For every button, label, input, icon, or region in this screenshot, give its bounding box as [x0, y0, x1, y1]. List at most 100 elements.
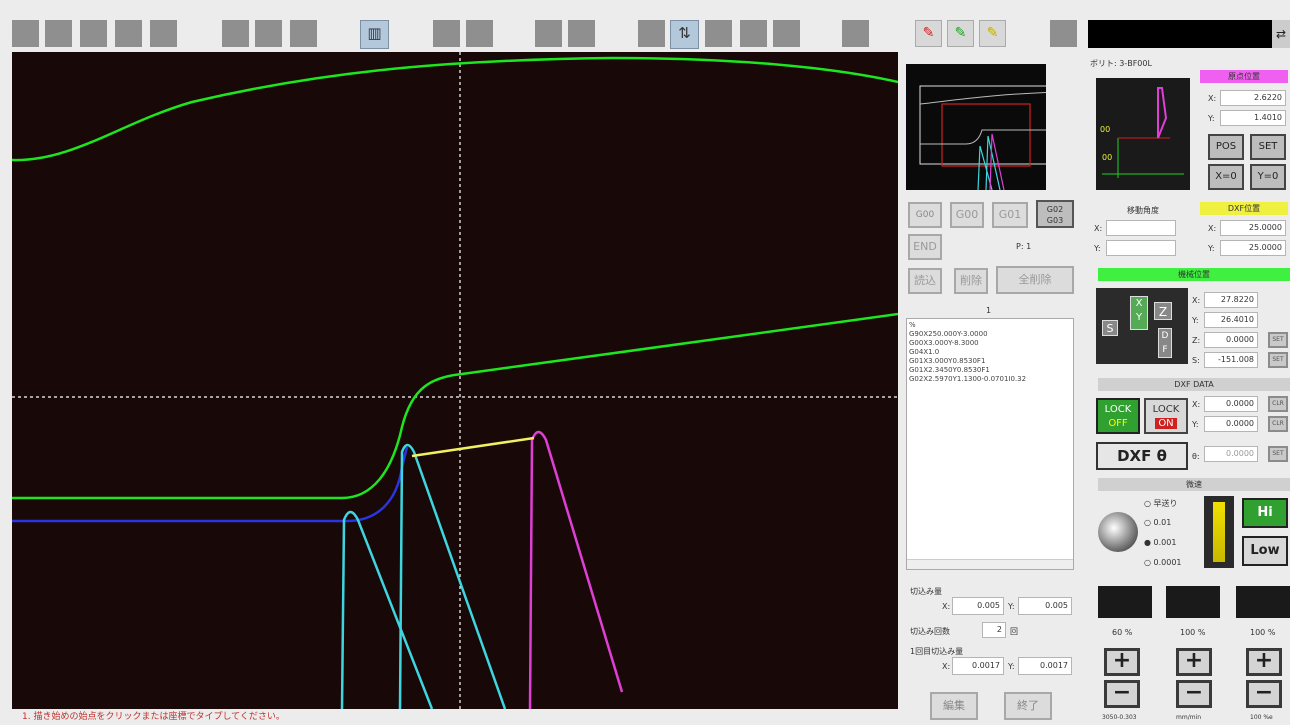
machine-y-field[interactable]: 26.4010	[1204, 312, 1258, 328]
speed-switch[interactable]	[1204, 496, 1234, 568]
feed-minus-button[interactable]: −	[1176, 680, 1212, 708]
step-option[interactable]: ○ 0.01	[1144, 518, 1171, 527]
toolbar-button[interactable]	[638, 20, 665, 47]
preview-minimap[interactable]	[906, 64, 1059, 191]
dxf-y-clr-button[interactable]: CLR	[1268, 416, 1288, 432]
drawing-canvas[interactable]	[12, 52, 898, 709]
edit-button[interactable]: 編集	[930, 692, 978, 720]
nc-line[interactable]: G04X1.0	[909, 348, 1071, 357]
infeed-y-field[interactable]: 0.005	[1018, 597, 1072, 615]
z-axis-icon[interactable]: Z	[1154, 302, 1172, 320]
dxf-data-header: DXF DATA	[1098, 378, 1290, 391]
delete-all-button[interactable]: 全削除	[996, 266, 1074, 294]
toolbar-button[interactable]	[1050, 20, 1077, 47]
toolbar-button[interactable]	[115, 20, 142, 47]
toolbar-button[interactable]	[80, 20, 107, 47]
dxf-data-x-field[interactable]: 0.0000	[1204, 396, 1258, 412]
dxf-pos-y-field[interactable]: 25.0000	[1220, 240, 1286, 256]
s-axis-icon[interactable]: S	[1102, 320, 1118, 336]
dxf-data-y-field[interactable]: 0.0000	[1204, 416, 1258, 432]
hi-button[interactable]: Hi	[1242, 498, 1288, 528]
toolbar-button[interactable]	[568, 20, 595, 47]
red-brush-icon[interactable]: ✎	[915, 20, 942, 47]
toolbar-button[interactable]	[705, 20, 732, 47]
x-zero-button[interactable]: X=0	[1208, 164, 1244, 190]
machine-position-header: 機械位置	[1098, 268, 1290, 281]
origin-y-field[interactable]: 1.4010	[1220, 110, 1286, 126]
finish-button[interactable]: 終了	[1004, 692, 1052, 720]
toolbar-button[interactable]	[433, 20, 460, 47]
lock-off-button[interactable]: LOCK OFF	[1096, 398, 1140, 434]
move-x-field[interactable]	[1106, 220, 1176, 236]
dxf-x-clr-button[interactable]: CLR	[1268, 396, 1288, 412]
machine-z-set-button[interactable]: SET	[1268, 332, 1288, 348]
jog-axis-selector[interactable]: XY Z S DF	[1096, 288, 1188, 364]
rapid-plus-button[interactable]: +	[1246, 648, 1282, 676]
nc-line[interactable]: %	[909, 321, 1071, 330]
dxf-theta-field[interactable]: 0.0000	[1204, 446, 1258, 462]
nc-line[interactable]: G01X2.3450Y0.8530F1	[909, 366, 1071, 375]
toolbar-button[interactable]	[740, 20, 767, 47]
toolbar-button[interactable]	[842, 20, 869, 47]
toolbar-button[interactable]	[45, 20, 72, 47]
ruler-button[interactable]: ▥	[360, 20, 389, 49]
first-y-field[interactable]: 0.0017	[1018, 657, 1072, 675]
step-option[interactable]: ○ 早送り	[1144, 498, 1178, 509]
nc-line[interactable]: G01X3.000Y0.8530F1	[909, 357, 1071, 366]
xy-axis-icon[interactable]: XY	[1130, 296, 1148, 330]
g00-arrow-button[interactable]: G00	[908, 202, 942, 228]
dxf-theta-set-button[interactable]: SET	[1268, 446, 1288, 462]
toolbar-button[interactable]	[150, 20, 177, 47]
low-button[interactable]: Low	[1242, 536, 1288, 566]
toolbar-button[interactable]	[222, 20, 249, 47]
rapid-minus-button[interactable]: −	[1246, 680, 1282, 708]
infeed-x-field[interactable]: 0.005	[952, 597, 1004, 615]
g02-g03-button[interactable]: G02 G03	[1036, 200, 1074, 228]
jog-dial-icon[interactable]	[1098, 512, 1138, 552]
set-button[interactable]: SET	[1250, 134, 1286, 160]
load-button[interactable]: 読込	[908, 268, 942, 294]
machine-x-field[interactable]: 27.8220	[1204, 292, 1258, 308]
first-x-field[interactable]: 0.0017	[952, 657, 1004, 675]
exit-icon[interactable]: ⇄	[1272, 20, 1290, 48]
green-brush-icon[interactable]: ✎	[947, 20, 974, 47]
toolbar-button[interactable]	[290, 20, 317, 47]
toolbar-button[interactable]	[535, 20, 562, 47]
value: 100	[1180, 628, 1196, 637]
move-x-label: X:	[1094, 224, 1103, 233]
yellow-brush-icon[interactable]: ✎	[979, 20, 1006, 47]
g01-button[interactable]: G01	[992, 202, 1028, 228]
lock-on-button[interactable]: LOCK ON	[1144, 398, 1188, 434]
machine-s-label: S:	[1192, 356, 1200, 365]
nc-line[interactable]: G90X250.000Y-3.0000	[909, 330, 1071, 339]
machine-s-field[interactable]: -151.008	[1204, 352, 1258, 368]
step-option-selected[interactable]: ● 0.001	[1144, 538, 1176, 547]
delete-button[interactable]: 削除	[954, 268, 988, 294]
toolbar-button[interactable]	[466, 20, 493, 47]
feed-plus-button[interactable]: +	[1176, 648, 1212, 676]
spindle-plus-button[interactable]: +	[1104, 648, 1140, 676]
origin-x-field[interactable]: 2.6220	[1220, 90, 1286, 106]
y-zero-button[interactable]: Y=0	[1250, 164, 1286, 190]
machine-z-field[interactable]: 0.0000	[1204, 332, 1258, 348]
compare-button[interactable]: ⇅	[670, 20, 699, 49]
toolbar-button[interactable]	[12, 20, 39, 47]
nc-line[interactable]: G02X2.5970Y1.1300-0.0701I0.32	[909, 375, 1071, 384]
step-option[interactable]: ○ 0.0001	[1144, 558, 1182, 567]
g00-button[interactable]: G00	[950, 202, 984, 228]
horizontal-scrollbar[interactable]	[907, 559, 1073, 569]
dxf-theta-button[interactable]: DXF θ	[1096, 442, 1188, 470]
count-field[interactable]: 2	[982, 622, 1006, 638]
df-axis-icon[interactable]: DF	[1158, 328, 1172, 358]
toolbar-button[interactable]	[773, 20, 800, 47]
nc-line[interactable]: G00X3.000Y-8.3000	[909, 339, 1071, 348]
spindle-minus-button[interactable]: −	[1104, 680, 1140, 708]
nc-code-list[interactable]: % G90X250.000Y-3.0000 G00X3.000Y-8.3000 …	[906, 318, 1074, 570]
machine-s-set-button[interactable]: SET	[1268, 352, 1288, 368]
pos-button[interactable]: POS	[1208, 134, 1244, 160]
toolbar-button[interactable]	[255, 20, 282, 47]
dxf-pos-x-field[interactable]: 25.0000	[1220, 220, 1286, 236]
upper-profile-curve	[12, 56, 898, 162]
move-y-field[interactable]	[1106, 240, 1176, 256]
end-button[interactable]: END	[908, 234, 942, 260]
